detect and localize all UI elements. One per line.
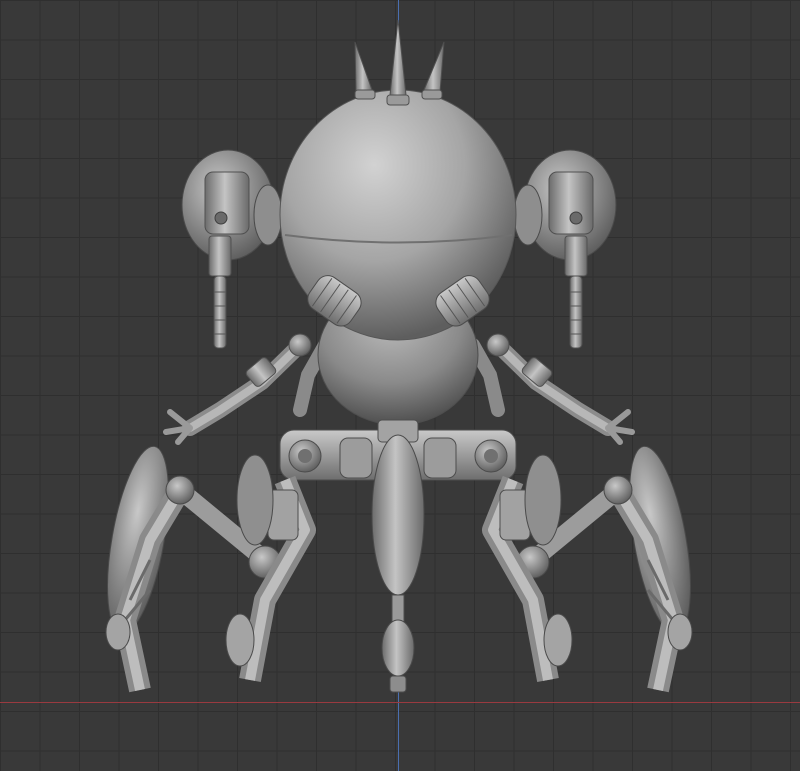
- left-arm: [163, 333, 312, 445]
- 3d-viewport[interactable]: [0, 0, 800, 771]
- robot-model[interactable]: [0, 0, 800, 771]
- center-tail: [371, 419, 425, 693]
- head-spikes: [354, 19, 445, 106]
- right-arm: [486, 333, 635, 445]
- left-ear-pod: [181, 149, 283, 349]
- right-ear-pod: [513, 149, 617, 349]
